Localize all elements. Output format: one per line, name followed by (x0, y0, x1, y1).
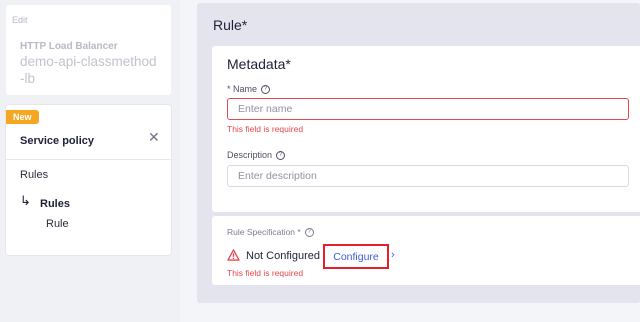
description-input[interactable] (227, 165, 629, 187)
rule-panel: Rule* Metadata* * Name? This field is re… (197, 3, 640, 303)
nav-item-rule[interactable]: Rule (46, 218, 69, 230)
page-title: Rule* (213, 17, 248, 33)
rule-specification-card: Rule Specification *? Not Configured Con… (212, 216, 640, 285)
rule-spec-label: Rule Specification *? (227, 227, 314, 238)
status-text: Not Configured (246, 250, 320, 262)
nav-item-rules-active[interactable]: Rules (40, 198, 70, 210)
configure-label: Configure (333, 250, 379, 263)
name-input[interactable] (227, 98, 629, 120)
service-policy-nav-card: New Service policy ✕ Rules ↳ Rules Rule (6, 105, 171, 255)
object-name: demo-api-classmethod-lb (20, 54, 157, 86)
rule-spec-label-text: Rule Specification * (227, 227, 301, 237)
chevron-right-icon[interactable]: › (391, 249, 395, 261)
metadata-title: Metadata* (227, 56, 291, 72)
info-icon[interactable]: ? (276, 151, 286, 161)
description-label-text: Description (227, 150, 273, 160)
info-icon[interactable]: ? (261, 85, 271, 95)
new-badge: New (6, 110, 39, 124)
subdirectory-arrow-icon: ↳ (20, 193, 31, 208)
name-label: * Name? (227, 84, 271, 95)
configure-link[interactable]: Configure (323, 244, 389, 269)
policy-title: Service policy (20, 135, 94, 147)
metadata-card: Metadata* * Name? This field is required… (212, 46, 640, 212)
edit-label: Edit (12, 15, 28, 25)
description-label: Description? (227, 150, 286, 161)
edit-context-card: Edit HTTP Load Balancer demo-api-classme… (6, 5, 171, 95)
close-icon[interactable]: ✕ (148, 129, 160, 146)
name-label-text: * Name (227, 84, 258, 94)
nav-divider (6, 159, 171, 160)
warning-icon (227, 249, 240, 261)
nav-item-rules[interactable]: Rules (20, 169, 48, 181)
left-column: Edit HTTP Load Balancer demo-api-classme… (0, 0, 180, 322)
name-error-text: This field is required (227, 124, 304, 134)
info-icon[interactable]: ? (304, 228, 314, 238)
object-type: HTTP Load Balancer (20, 41, 118, 52)
rule-spec-error-text: This field is required (227, 268, 304, 278)
